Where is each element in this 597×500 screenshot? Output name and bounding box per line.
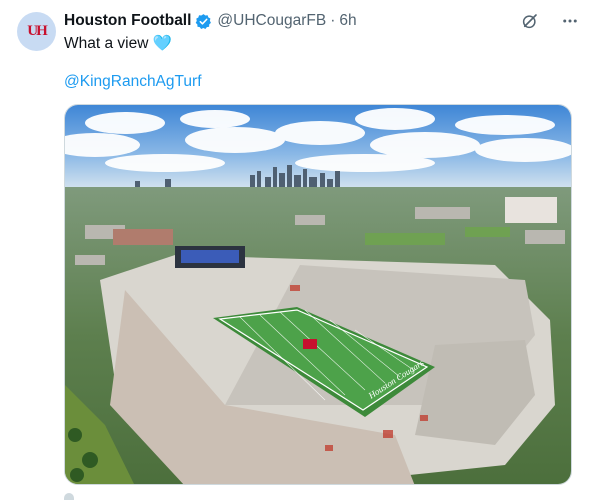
avatar-logo: UH <box>27 23 47 39</box>
post-text: What a view 🩵 <box>64 35 173 52</box>
verified-badge-icon <box>196 13 212 29</box>
post-photo[interactable]: Houston Cougars <box>64 104 572 485</box>
more-options-icon[interactable] <box>561 12 579 30</box>
post-timestamp[interactable]: 6h <box>339 12 356 30</box>
separator-dot: · <box>330 12 336 29</box>
next-post-avatar-fragment <box>64 493 74 500</box>
avatar[interactable]: UH <box>17 12 56 51</box>
stadium-aerial-image: Houston Cougars <box>65 105 571 484</box>
author-handle[interactable]: @UHCougarFB <box>217 12 326 30</box>
author-name[interactable]: Houston Football <box>64 12 191 30</box>
post-header: Houston Football @UHCougarFB · 6h <box>64 12 357 30</box>
grok-icon[interactable] <box>521 12 539 30</box>
mention-link[interactable]: @KingRanchAgTurf <box>64 73 202 91</box>
post-actions-top <box>521 12 579 30</box>
